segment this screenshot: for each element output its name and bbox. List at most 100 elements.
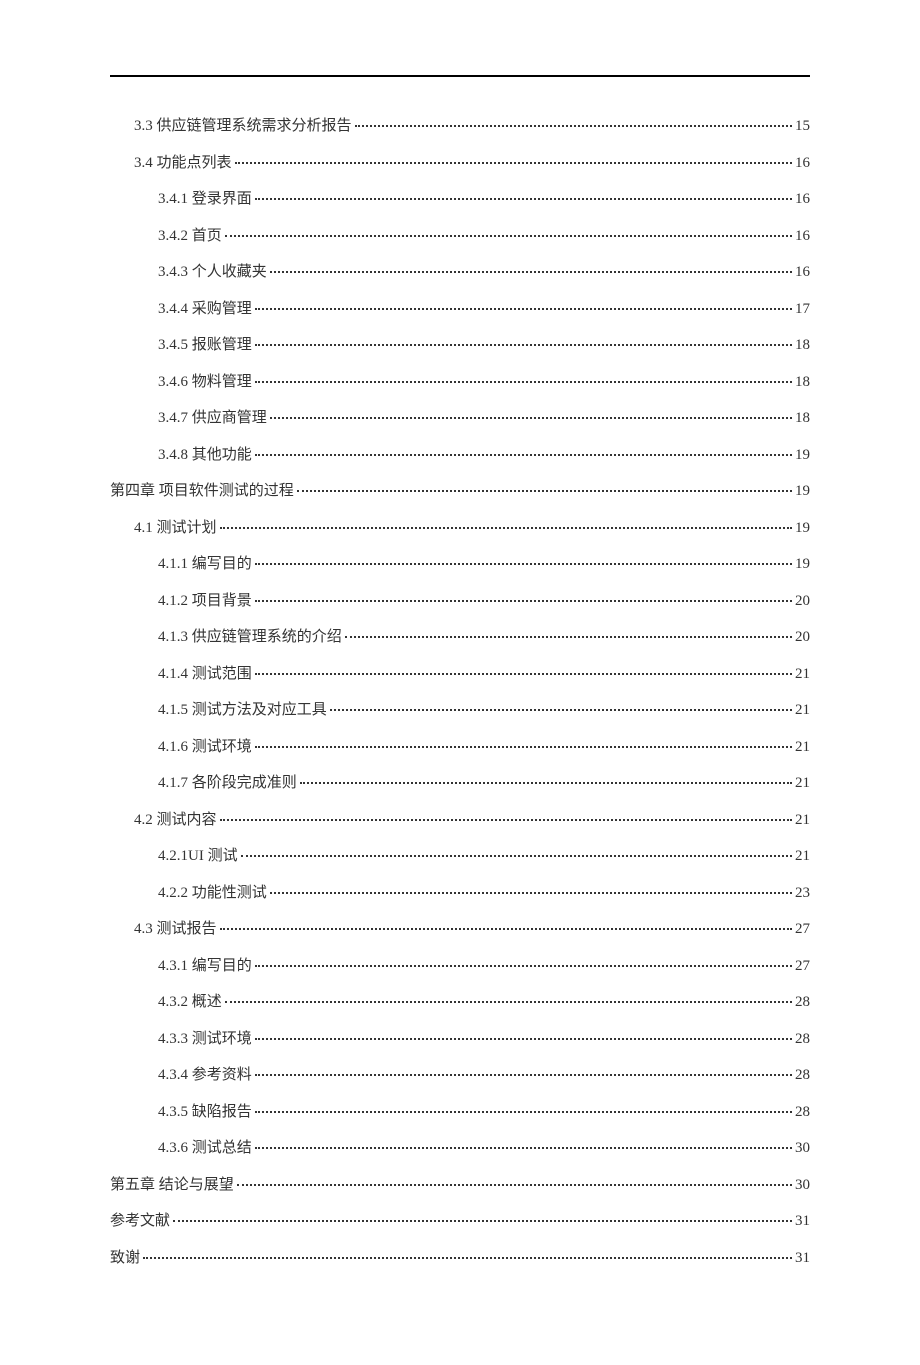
- toc-page-number: 18: [795, 373, 810, 391]
- toc-page-number: 30: [795, 1139, 810, 1157]
- toc-page-number: 23: [795, 884, 810, 902]
- toc-entry: 3.4.7 供应商管理 18: [110, 409, 810, 427]
- toc-leader-dots: [255, 198, 792, 200]
- toc-entry: 3.4.6 物料管理 18: [110, 373, 810, 391]
- toc-entry: 4.2.2 功能性测试23: [110, 884, 810, 902]
- toc-label: 第四章 项目软件测试的过程: [110, 482, 294, 500]
- toc-leader-dots: [237, 1184, 792, 1186]
- toc-entry: 致谢 31: [110, 1249, 810, 1267]
- toc-label: 4.1.6 测试环境: [158, 738, 252, 756]
- toc-page-number: 16: [795, 154, 810, 172]
- table-of-contents: 3.3 供应链管理系统需求分析报告153.4 功能点列表163.4.1 登录界面…: [110, 117, 810, 1267]
- toc-page-number: 16: [795, 190, 810, 208]
- toc-leader-dots: [300, 782, 792, 784]
- toc-label: 3.4.5 报账管理: [158, 336, 252, 354]
- toc-label: 3.4.8 其他功能: [158, 446, 252, 464]
- toc-leader-dots: [220, 928, 792, 930]
- toc-leader-dots: [297, 490, 792, 492]
- toc-leader-dots: [173, 1220, 792, 1222]
- toc-page-number: 21: [795, 738, 810, 756]
- toc-entry: 4.3.3 测试环境 28: [110, 1030, 810, 1048]
- toc-entry: 4.1.3 供应链管理系统的介绍20: [110, 628, 810, 646]
- toc-label: 3.3 供应链管理系统需求分析报告: [134, 117, 352, 135]
- toc-entry: 3.4.2 首页16: [110, 227, 810, 245]
- toc-page-number: 21: [795, 774, 810, 792]
- toc-leader-dots: [241, 855, 792, 857]
- toc-leader-dots: [220, 819, 792, 821]
- toc-label: 4.3 测试报告: [134, 920, 217, 938]
- toc-leader-dots: [255, 344, 792, 346]
- toc-entry: 3.3 供应链管理系统需求分析报告15: [110, 117, 810, 135]
- toc-page-number: 17: [795, 300, 810, 318]
- toc-page-number: 20: [795, 592, 810, 610]
- toc-page-number: 19: [795, 519, 810, 537]
- toc-leader-dots: [345, 636, 792, 638]
- toc-label: 参考文献: [110, 1212, 170, 1230]
- toc-page-number: 21: [795, 847, 810, 865]
- toc-page-number: 21: [795, 811, 810, 829]
- toc-page-number: 21: [795, 665, 810, 683]
- toc-entry: 3.4.3 个人收藏夹16: [110, 263, 810, 281]
- toc-page-number: 18: [795, 336, 810, 354]
- toc-entry: 3.4 功能点列表 16: [110, 154, 810, 172]
- toc-page-number: 31: [795, 1249, 810, 1267]
- toc-label: 3.4.6 物料管理: [158, 373, 252, 391]
- toc-page-number: 19: [795, 482, 810, 500]
- toc-page-number: 16: [795, 227, 810, 245]
- toc-leader-dots: [255, 308, 792, 310]
- toc-label: 4.3.3 测试环境: [158, 1030, 252, 1048]
- toc-entry: 3.4.8 其他功能 19: [110, 446, 810, 464]
- toc-leader-dots: [255, 381, 792, 383]
- toc-entry: 4.1.5 测试方法及对应工具 21: [110, 701, 810, 719]
- toc-leader-dots: [255, 454, 792, 456]
- toc-leader-dots: [143, 1257, 792, 1259]
- toc-leader-dots: [255, 1147, 792, 1149]
- toc-entry: 4.3 测试报告 27: [110, 920, 810, 938]
- toc-label: 4.1 测试计划: [134, 519, 217, 537]
- toc-label: 4.3.2 概述: [158, 993, 222, 1011]
- toc-page-number: 28: [795, 1103, 810, 1121]
- toc-page-number: 19: [795, 446, 810, 464]
- toc-entry: 4.1.2 项目背景 20: [110, 592, 810, 610]
- toc-label: 4.3.4 参考资料: [158, 1066, 252, 1084]
- toc-entry: 参考文献31: [110, 1212, 810, 1230]
- toc-leader-dots: [235, 162, 792, 164]
- toc-page-number: 28: [795, 993, 810, 1011]
- toc-label: 4.1.1 编写目的: [158, 555, 252, 573]
- toc-label: 致谢: [110, 1249, 140, 1267]
- toc-entry: 第四章 项目软件测试的过程 19: [110, 482, 810, 500]
- toc-label: 4.3.6 测试总结: [158, 1139, 252, 1157]
- toc-leader-dots: [255, 563, 792, 565]
- toc-leader-dots: [330, 709, 792, 711]
- toc-entry: 3.4.4 采购管理 17: [110, 300, 810, 318]
- toc-label: 3.4.7 供应商管理: [158, 409, 267, 427]
- toc-entry: 3.4.1 登录界面 16: [110, 190, 810, 208]
- toc-label: 4.3.5 缺陷报告: [158, 1103, 252, 1121]
- toc-entry: 4.3.1 编写目的27: [110, 957, 810, 975]
- toc-page-number: 27: [795, 920, 810, 938]
- toc-label: 3.4.1 登录界面: [158, 190, 252, 208]
- toc-leader-dots: [220, 527, 792, 529]
- toc-page-number: 27: [795, 957, 810, 975]
- toc-page-number: 19: [795, 555, 810, 573]
- toc-entry: 4.2 测试内容21: [110, 811, 810, 829]
- toc-entry: 4.1.6 测试环境 21: [110, 738, 810, 756]
- toc-label: 4.1.2 项目背景: [158, 592, 252, 610]
- toc-label: 3.4.3 个人收藏夹: [158, 263, 267, 281]
- toc-label: 3.4.4 采购管理: [158, 300, 252, 318]
- toc-page-number: 28: [795, 1030, 810, 1048]
- toc-label: 4.1.3 供应链管理系统的介绍: [158, 628, 342, 646]
- toc-page-number: 28: [795, 1066, 810, 1084]
- toc-leader-dots: [255, 1111, 792, 1113]
- toc-label: 4.1.5 测试方法及对应工具: [158, 701, 327, 719]
- toc-leader-dots: [255, 600, 792, 602]
- toc-entry: 4.3.6 测试总结 30: [110, 1139, 810, 1157]
- toc-entry: 4.1.1 编写目的 19: [110, 555, 810, 573]
- toc-leader-dots: [270, 271, 792, 273]
- toc-label: 4.1.4 测试范围: [158, 665, 252, 683]
- toc-label: 3.4 功能点列表: [134, 154, 232, 172]
- toc-page-number: 18: [795, 409, 810, 427]
- toc-label: 第五章 结论与展望: [110, 1176, 234, 1194]
- toc-page-number: 21: [795, 701, 810, 719]
- toc-leader-dots: [255, 1074, 792, 1076]
